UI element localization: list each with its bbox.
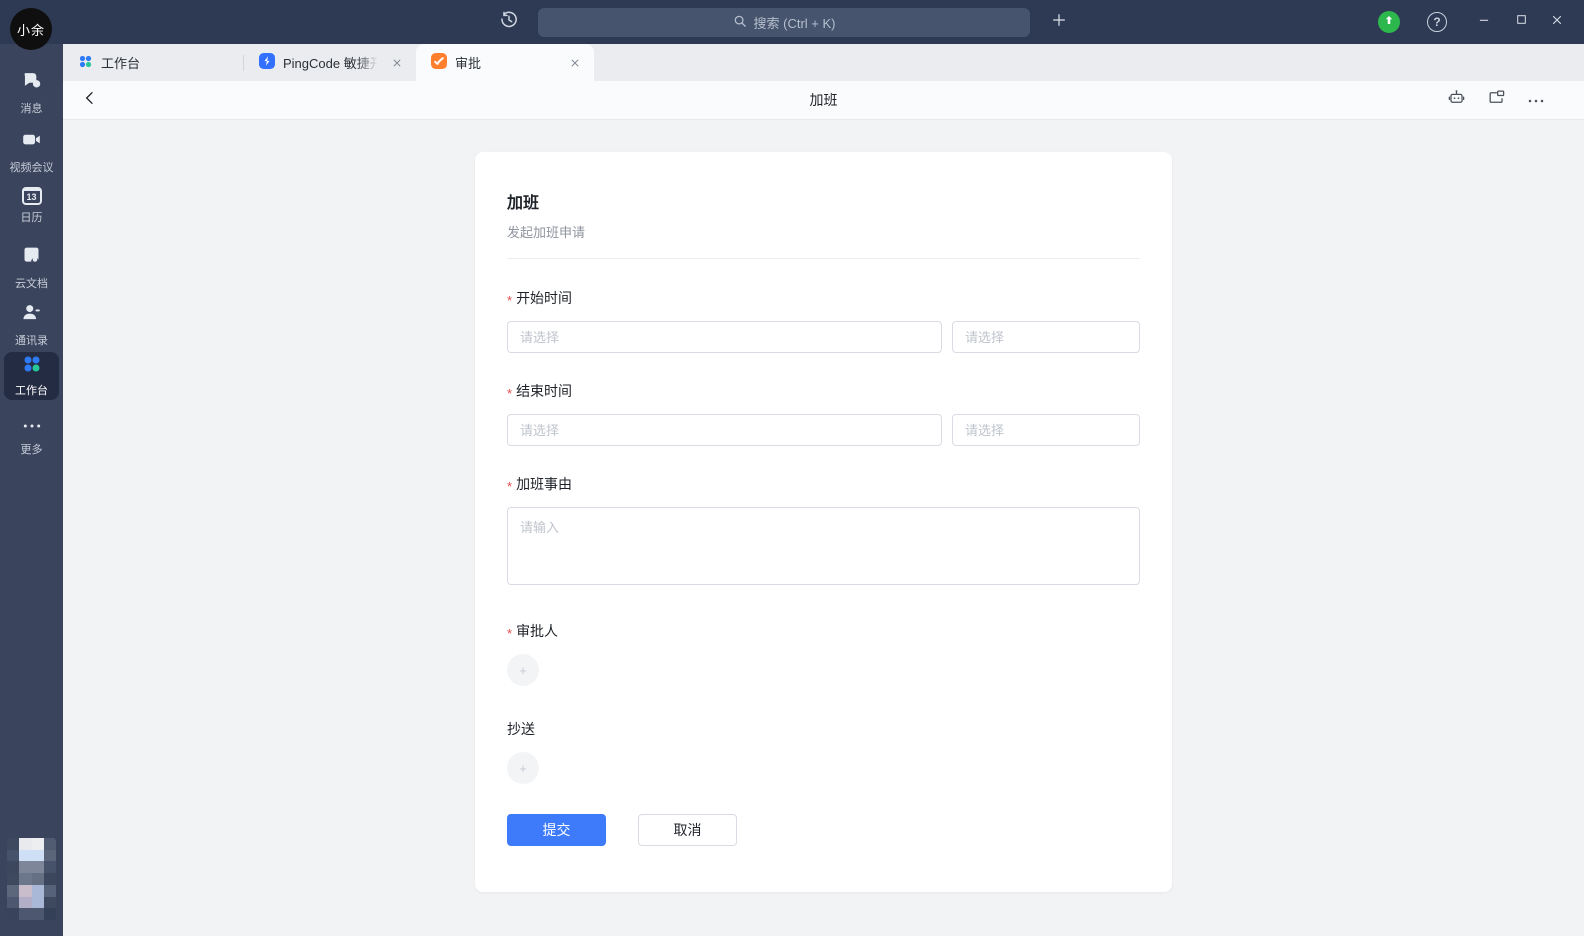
chat-bubble-icon <box>21 70 42 96</box>
sidebar-item-more[interactable]: 更多 <box>0 419 63 457</box>
plus-icon: + <box>519 663 527 678</box>
sidebar-item-label: 工作台 <box>15 382 48 398</box>
arrow-up-icon <box>1383 13 1395 31</box>
calendar-day-number: 13 <box>26 192 36 202</box>
tab-strip: 工作台 PingCode 敏捷开发 <box>63 44 1584 81</box>
multi-window-icon <box>1487 88 1506 112</box>
end-time-input[interactable] <box>952 414 1140 446</box>
minimize-button[interactable] <box>1475 13 1493 31</box>
start-date-input[interactable] <box>507 321 942 353</box>
maximize-button[interactable] <box>1512 13 1530 31</box>
start-time-input[interactable] <box>952 321 1140 353</box>
app-sidebar: 消息 视频会议 13 日历 云文档 <box>0 44 63 936</box>
upgrade-button[interactable] <box>1378 11 1400 33</box>
tab-label: 工作台 <box>101 53 233 72</box>
calendar-icon: 13 <box>22 187 42 205</box>
form-title: 加班 <box>507 189 1140 213</box>
open-in-window-button[interactable] <box>1484 88 1508 112</box>
tab-label: PingCode 敏捷开发 <box>283 53 380 72</box>
plus-icon <box>1051 12 1067 33</box>
sidebar-item-label: 云文档 <box>15 275 48 291</box>
reason-label: * 加班事由 <box>507 474 1140 494</box>
tab-approval-active[interactable]: 审批 <box>416 44 594 81</box>
help-button[interactable]: ? <box>1427 12 1447 32</box>
reason-textarea[interactable] <box>507 507 1140 585</box>
sidebar-item-cloud-docs[interactable]: 云文档 <box>0 245 63 291</box>
main-area: 工作台 PingCode 敏捷开发 <box>63 44 1584 936</box>
approval-icon <box>431 53 447 72</box>
end-date-input[interactable] <box>507 414 942 446</box>
sidebar-item-label: 更多 <box>21 441 43 457</box>
add-cc-button[interactable]: + <box>507 752 539 784</box>
cc-label: 抄送 <box>507 719 1140 739</box>
sidebar-item-label: 消息 <box>21 100 43 116</box>
divider <box>507 258 1140 259</box>
search-placeholder: 搜索 (Ctrl + K) <box>754 13 836 32</box>
submit-button[interactable]: 提交 <box>507 814 606 846</box>
sidebar-item-calendar[interactable]: 13 日历 <box>0 187 63 225</box>
sidebar-item-contacts[interactable]: 通讯录 <box>0 302 63 348</box>
user-avatar[interactable]: 小余 <box>10 8 52 50</box>
global-search-input[interactable]: 搜索 (Ctrl + K) <box>538 8 1030 37</box>
ellipsis-icon <box>22 419 42 437</box>
sidebar-item-label: 日历 <box>21 209 43 225</box>
search-icon <box>733 14 747 31</box>
close-tab-button[interactable] <box>566 54 584 72</box>
robot-icon <box>1447 88 1466 112</box>
tab-workbench[interactable]: 工作台 <box>63 44 243 81</box>
more-actions-button[interactable] <box>1524 88 1548 112</box>
workbench-grid-icon <box>22 354 42 379</box>
window-titlebar: 搜索 (Ctrl + K) ? <box>0 0 1584 44</box>
maximize-icon <box>1515 13 1528 31</box>
close-icon <box>1550 13 1564 32</box>
approver-label: * 审批人 <box>507 621 1140 641</box>
form-subtitle: 发起加班申请 <box>507 222 1140 241</box>
workbench-grid-icon <box>78 54 93 72</box>
page-header: 加班 <box>63 81 1584 120</box>
sidebar-item-messages[interactable]: 消息 <box>0 70 63 116</box>
app-window: 搜索 (Ctrl + K) ? <box>0 0 1584 936</box>
page-content: 加班 发起加班申请 * 开始时间 * 结束时间 <box>63 120 1584 936</box>
required-mark: * <box>507 627 512 640</box>
minimize-icon <box>1477 13 1491 32</box>
approval-form-card: 加班 发起加班申请 * 开始时间 * 结束时间 <box>475 152 1172 892</box>
cloud-document-icon <box>21 245 42 271</box>
video-camera-icon <box>21 129 42 155</box>
pingcode-icon <box>259 53 275 72</box>
plus-icon: + <box>519 761 527 776</box>
new-tab-button[interactable] <box>1046 9 1072 35</box>
tab-pingcode[interactable]: PingCode 敏捷开发 <box>244 44 416 81</box>
blurred-window-thumbnail[interactable] <box>7 838 56 920</box>
end-time-label: * 结束时间 <box>507 381 1140 401</box>
person-icon <box>21 302 42 328</box>
ellipsis-icon <box>1527 91 1545 109</box>
sidebar-item-label: 视频会议 <box>10 159 54 175</box>
cancel-button[interactable]: 取消 <box>638 814 737 846</box>
sidebar-item-label: 通讯录 <box>15 332 48 348</box>
history-icon <box>499 10 519 35</box>
history-button[interactable] <box>496 9 522 35</box>
close-window-button[interactable] <box>1548 13 1566 31</box>
required-mark: * <box>507 294 512 307</box>
required-mark: * <box>507 387 512 400</box>
required-mark: * <box>507 480 512 493</box>
page-title: 加班 <box>63 90 1584 110</box>
close-tab-button[interactable] <box>388 54 406 72</box>
add-approver-button[interactable]: + <box>507 654 539 686</box>
bot-assistant-button[interactable] <box>1444 88 1468 112</box>
tab-label: 审批 <box>455 53 558 72</box>
sidebar-item-video-meeting[interactable]: 视频会议 <box>0 129 63 175</box>
start-time-label: * 开始时间 <box>507 288 1140 308</box>
question-mark-icon: ? <box>1433 15 1440 29</box>
sidebar-item-workbench[interactable]: 工作台 <box>4 352 59 400</box>
